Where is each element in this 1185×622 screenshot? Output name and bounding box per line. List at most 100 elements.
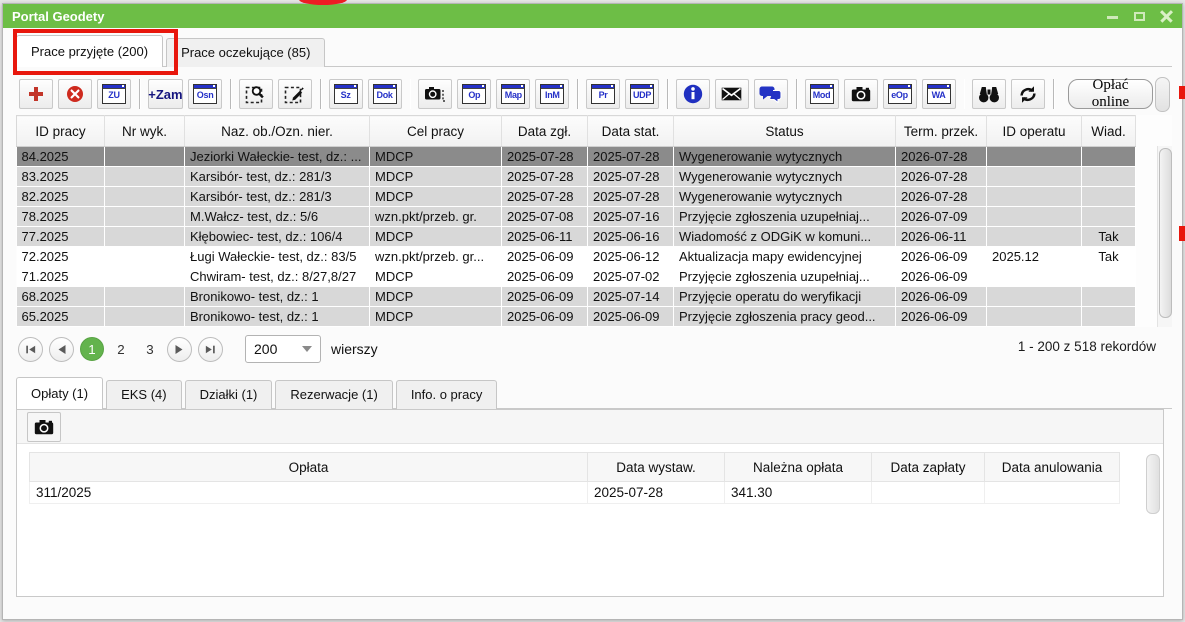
cell [1082, 187, 1136, 207]
mini-window-label: ZU [103, 89, 125, 101]
column-header-8[interactable]: ID operatu [987, 116, 1082, 147]
cell [105, 187, 185, 207]
column-header-1[interactable]: Nr wyk. [105, 116, 185, 147]
sz-window-icon: Sz [334, 84, 358, 104]
cell [987, 267, 1082, 287]
column-header-3[interactable]: Cel pracy [370, 116, 502, 147]
eop-button[interactable]: eOp [883, 79, 917, 109]
panel-camera-button[interactable] [27, 412, 61, 442]
fees-column-header-4[interactable]: Data anulowania [985, 453, 1120, 482]
maximize-icon[interactable] [1133, 10, 1146, 23]
wa-button[interactable]: WA [922, 79, 956, 109]
tab-rezerwacje[interactable]: Rezerwacje (1) [275, 380, 392, 409]
column-header-0[interactable]: ID pracy [17, 116, 105, 147]
osn-button[interactable]: Osn [188, 79, 222, 109]
add-order-button[interactable]: +Zam [148, 79, 183, 109]
last-page-button[interactable] [198, 337, 223, 362]
zoom-select-icon [245, 84, 266, 104]
area-edit-button[interactable] [278, 79, 312, 109]
table-row[interactable]: 84.2025Jeziorki Wałeckie- test, dz.: ...… [17, 147, 1136, 167]
table-row[interactable]: 65.2025Bronikowo- test, dz.: 1MDCP2025-0… [17, 307, 1136, 327]
prev-page-button[interactable] [49, 337, 74, 362]
column-header-5[interactable]: Data stat. [588, 116, 674, 147]
tab-info-o-pracy[interactable]: Info. o pracy [396, 380, 498, 409]
fees-column-header-3[interactable]: Data zapłaty [872, 453, 985, 482]
page-size-select[interactable]: 200 [245, 335, 321, 363]
map-window-icon: Map [501, 84, 525, 104]
pay-online-button[interactable]: Opłać online [1068, 79, 1153, 109]
tab-oplaty[interactable]: Opłaty (1) [16, 377, 103, 409]
toolbar-scrollbar[interactable] [1155, 77, 1170, 112]
mail-button[interactable] [715, 79, 749, 109]
info-button[interactable] [676, 79, 710, 109]
refresh-button[interactable] [1011, 79, 1045, 109]
area-search-button[interactable] [239, 79, 273, 109]
table-row[interactable]: 72.2025Ługi Wałeckie- test, dz.: 83/5wzn… [17, 247, 1136, 267]
mini-window-label: Osn [194, 89, 216, 101]
fees-scrollbar-thumb[interactable] [1146, 454, 1160, 514]
find-button[interactable] [972, 79, 1006, 109]
cell: 2025-07-16 [588, 207, 674, 227]
fees-column-header-2[interactable]: Należna opłata [725, 453, 872, 482]
table-scrollbar-track[interactable] [1157, 146, 1172, 327]
cell: Jeziorki Wałeckie- test, dz.: ... [185, 147, 370, 167]
chat-button[interactable] [754, 79, 788, 109]
fees-column-header-0[interactable]: Opłata [30, 453, 588, 482]
cell [1082, 267, 1136, 287]
tab-prace-oczekujace[interactable]: Prace oczekujące (85) [166, 38, 325, 67]
inm-button[interactable]: InM [535, 79, 569, 109]
cell [987, 207, 1082, 227]
zu-button[interactable]: ZU [97, 79, 131, 109]
table-scrollbar-thumb[interactable] [1159, 148, 1172, 318]
table-row[interactable]: 77.2025Kłębowiec- test, dz.: 106/4MDCP20… [17, 227, 1136, 247]
camera-button[interactable] [844, 79, 878, 109]
column-header-9[interactable]: Wiad. [1082, 116, 1136, 147]
mini-window-label: Op [463, 89, 485, 101]
cell: 2025-07-02 [588, 267, 674, 287]
close-icon[interactable] [1160, 10, 1173, 23]
cell [1082, 207, 1136, 227]
udp-button[interactable]: UDP [625, 79, 659, 109]
cell: Bronikowo- test, dz.: 1 [185, 287, 370, 307]
table-row[interactable]: 68.2025Bronikowo- test, dz.: 1MDCP2025-0… [17, 287, 1136, 307]
fees-table-row[interactable]: 311/20252025-07-28341.30 [30, 482, 1120, 504]
works-table-header: ID pracyNr wyk.Naz. ob./Ozn. nier.Cel pr… [17, 116, 1136, 147]
snapshot-area-button[interactable] [418, 79, 452, 109]
toolbar-separator [577, 79, 579, 109]
column-header-2[interactable]: Naz. ob./Ozn. nier. [185, 116, 370, 147]
table-row[interactable]: 83.2025Karsibór- test, dz.: 281/3MDCP202… [17, 167, 1136, 187]
first-page-button[interactable] [18, 337, 43, 362]
cell [105, 147, 185, 167]
window-titlebar: Portal Geodety [3, 4, 1182, 28]
column-header-6[interactable]: Status [674, 116, 896, 147]
op-button[interactable]: Op [457, 79, 491, 109]
page-button-3[interactable]: 3 [138, 337, 162, 361]
page-button-1[interactable]: 1 [80, 337, 104, 361]
next-page-button[interactable] [167, 337, 192, 362]
page-button-2[interactable]: 2 [109, 337, 133, 361]
cell: Chwiram- test, dz.: 8/27,8/27 [185, 267, 370, 287]
fees-column-header-1[interactable]: Data wystaw. [588, 453, 725, 482]
table-row[interactable]: 82.2025Karsibór- test, dz.: 281/3MDCP202… [17, 187, 1136, 207]
dok-button[interactable]: Dok [368, 79, 402, 109]
tab-prace-przyjete[interactable]: Prace przyjęte (200) [16, 35, 163, 67]
dok-window-icon: Dok [373, 84, 397, 104]
map-button[interactable]: Map [496, 79, 530, 109]
mini-window-label: Map [502, 89, 524, 101]
sz-button[interactable]: Sz [329, 79, 363, 109]
cancel-button[interactable] [58, 79, 92, 109]
tab-dzialki[interactable]: Działki (1) [185, 380, 273, 409]
minimize-icon[interactable] [1106, 10, 1119, 23]
toolbar-separator [410, 79, 412, 109]
pr-button[interactable]: Pr [586, 79, 620, 109]
column-header-4[interactable]: Data zgł. [502, 116, 588, 147]
add-button[interactable] [19, 79, 53, 109]
tab-eks[interactable]: EKS (4) [106, 380, 182, 409]
column-header-7[interactable]: Term. przek. [896, 116, 987, 147]
table-row[interactable]: 78.2025M.Wałcz- test, dz.: 5/6wzn.pkt/pr… [17, 207, 1136, 227]
cell: 78.2025 [17, 207, 105, 227]
table-row[interactable]: 71.2025Chwiram- test, dz.: 8/27,8/27MDCP… [17, 267, 1136, 287]
main-tabs: Prace przyjęte (200)Prace oczekujące (85… [16, 35, 1172, 67]
pr-window-icon: Pr [591, 84, 615, 104]
mod-button[interactable]: Mod [805, 79, 839, 109]
